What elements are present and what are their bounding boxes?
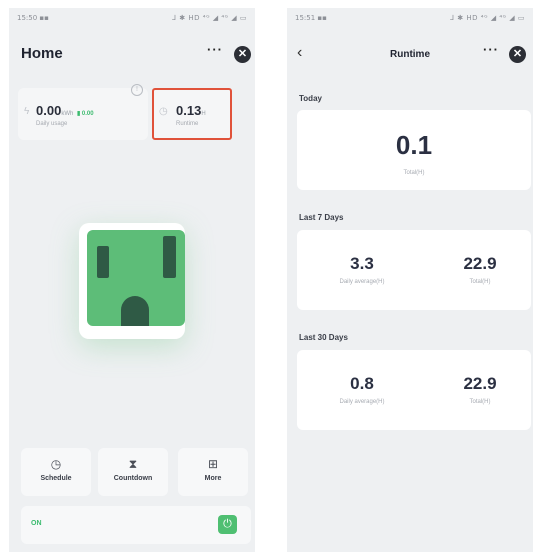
status-time: 15:50 ▪▪ — [17, 14, 49, 22]
runtime-value: 0.13H — [176, 103, 206, 118]
socket-slot-left — [97, 246, 109, 278]
last30-total-label: Total(H) — [469, 399, 491, 405]
schedule-button[interactable]: ◷ Schedule — [21, 448, 91, 496]
today-card: 0.1 Total(H) — [297, 110, 531, 190]
close-icon[interactable]: ✕ — [509, 46, 526, 63]
usage-number: 0.00 — [36, 103, 62, 118]
section-today-label: Today — [299, 94, 322, 103]
info-icon[interactable]: ! — [131, 84, 143, 96]
schedule-label: Schedule — [40, 475, 72, 482]
runtime-unit: H — [201, 111, 206, 117]
runtime-number: 0.13 — [176, 103, 202, 118]
last7-card: 3.3 Daily average(H) 22.9 Total(H) — [297, 230, 531, 310]
countdown-button[interactable]: ⧗ Countdown — [98, 448, 168, 496]
daily-usage-label: Daily usage — [36, 121, 68, 127]
page-title: Home — [21, 45, 63, 62]
close-icon[interactable]: ✕ — [234, 46, 251, 63]
socket-illustration[interactable] — [87, 230, 185, 326]
socket-ground-hole — [121, 296, 149, 326]
status-icons: ⅃ ✱ HD ⁴ᴳ ◢ ⁴ᴳ ◢ ▭ — [450, 14, 525, 22]
today-total-value: 0.1 — [395, 130, 433, 160]
runtime-card[interactable]: ◷ 0.13H Runtime — [152, 88, 232, 140]
last30-avg-value: 0.8 — [350, 374, 374, 393]
hourglass-icon: ⧗ — [128, 457, 138, 471]
usage-tag: ▮ 0.00 — [76, 111, 94, 117]
clock-icon: ◷ — [159, 106, 168, 117]
last7-avg-value: 3.3 — [350, 254, 374, 273]
last30-avg-label: Daily average(H) — [339, 399, 385, 405]
last7-avg-label: Daily average(H) — [339, 279, 385, 285]
clock-icon: ◷ — [50, 457, 62, 471]
last30-card: 0.8 Daily average(H) 22.9 Total(H) — [297, 350, 531, 430]
more-button[interactable]: ⊞ More — [178, 448, 248, 496]
last7-total-label: Total(H) — [469, 279, 491, 285]
status-time: 15:51 ▪▪ — [295, 14, 327, 22]
runtime-label: Runtime — [176, 121, 199, 127]
socket-slot-right — [163, 236, 176, 278]
status-bar: 15:51 ▪▪ ⅃ ✱ HD ⁴ᴳ ◢ ⁴ᴳ ◢ ▭ — [295, 14, 525, 26]
home-screen: 15:50 ▪▪ ⅃ ✱ HD ⁴ᴳ ◢ ⁴ᴳ ◢ ▭ Home ··· ✕ ϟ… — [9, 8, 255, 552]
last7-total-value: 22.9 — [463, 254, 497, 273]
more-options-icon[interactable]: ··· — [207, 42, 223, 57]
more-label: More — [204, 475, 222, 482]
usage-unit: kWh — [61, 111, 74, 117]
section-last30-label: Last 30 Days — [299, 333, 348, 342]
power-state-label: ON — [31, 520, 42, 527]
power-toggle-button[interactable]: ⏻ — [218, 515, 237, 534]
grid-icon: ⊞ — [207, 457, 219, 471]
last30-total-value: 22.9 — [463, 374, 497, 393]
daily-usage-value: 0.00kWh ▮ 0.00 — [36, 103, 94, 118]
section-last7-label: Last 7 Days — [299, 213, 344, 222]
daily-usage-card[interactable]: ϟ 0.00kWh ▮ 0.00 Daily usage — [18, 88, 148, 140]
countdown-label: Countdown — [113, 475, 153, 482]
more-options-icon[interactable]: ··· — [483, 42, 499, 57]
runtime-screen: 15:51 ▪▪ ⅃ ✱ HD ⁴ᴳ ◢ ⁴ᴳ ◢ ▭ ‹ Runtime ··… — [287, 8, 533, 552]
status-bar: 15:50 ▪▪ ⅃ ✱ HD ⁴ᴳ ◢ ⁴ᴳ ◢ ▭ — [17, 14, 247, 26]
today-total-label: Total(H) — [403, 170, 425, 176]
power-bar: ON ⏻ — [21, 506, 251, 544]
status-icons: ⅃ ✱ HD ⁴ᴳ ◢ ⁴ᴳ ◢ ▭ — [172, 14, 247, 22]
bolt-icon: ϟ — [24, 106, 30, 117]
